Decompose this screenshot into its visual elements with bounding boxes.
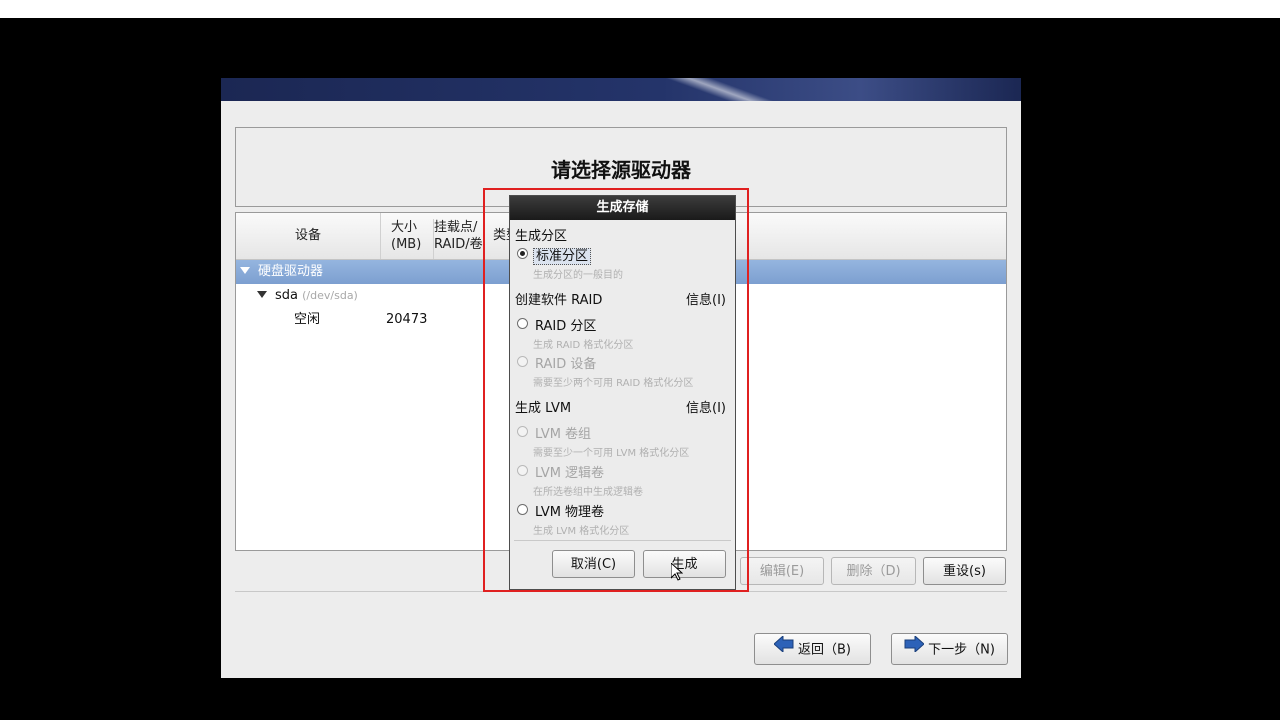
raid-device-desc: 需要至少两个可用 RAID 格式化分区 <box>533 378 694 389</box>
lvm-pv-desc: 生成 LVM 格式化分区 <box>533 526 630 537</box>
next-button[interactable]: 下一步（N) <box>891 633 1008 665</box>
raid-partition-label[interactable]: RAID 分区 <box>535 315 596 334</box>
edit-button[interactable]: 编辑(E) <box>740 557 824 585</box>
radio-lvm-volume-group[interactable] <box>517 426 528 437</box>
free-size: 20473 <box>386 312 428 327</box>
back-button[interactable]: 返回（B) <box>754 633 871 665</box>
expander-icon[interactable] <box>257 291 267 298</box>
size-header-line2: (MB) <box>391 237 422 252</box>
raid-device-label[interactable]: RAID 设备 <box>535 353 596 372</box>
next-label: 下一步（N) <box>928 642 995 658</box>
delete-button[interactable]: 删除（D) <box>831 557 916 585</box>
back-label: 返回（B) <box>798 642 851 658</box>
section-software-raid: 创建软件 RAID <box>515 293 603 308</box>
lvm-lv-desc: 在所选卷组中生成逻辑卷 <box>533 487 643 498</box>
lvm-vg-desc: 需要至少一个可用 LVM 格式化分区 <box>533 448 690 459</box>
section-create-partition: 生成分区 <box>515 229 568 244</box>
dialog-separator <box>514 540 731 541</box>
reset-button[interactable]: 重设(s) <box>923 557 1006 585</box>
radio-standard-partition[interactable] <box>517 248 528 259</box>
disk-name: sda <box>275 288 298 303</box>
create-storage-dialog: 生成存储 生成分区 标准分区 生成分区的一般目的 创建软件 RAID 信息(I)… <box>509 195 736 590</box>
standard-partition-desc: 生成分区的一般目的 <box>533 270 623 281</box>
raid-partition-desc: 生成 RAID 格式化分区 <box>533 340 634 351</box>
cancel-button[interactable]: 取消(C) <box>552 550 635 578</box>
create-button[interactable]: 生成 <box>643 550 726 578</box>
radio-raid-device[interactable] <box>517 356 528 367</box>
radio-lvm-logical-volume[interactable] <box>517 465 528 476</box>
column-header-device[interactable]: 设备 <box>236 213 381 259</box>
arrow-left-icon <box>773 633 794 665</box>
raid-info-link[interactable]: 信息(I) <box>686 289 726 308</box>
lvm-lv-label[interactable]: LVM 逻辑卷 <box>535 462 604 481</box>
free-label: 空闲 <box>294 312 321 327</box>
disk-path: (/dev/sda) <box>302 289 358 302</box>
group-label: 硬盘驱动器 <box>258 264 324 279</box>
size-header-line1: 大小 <box>391 220 418 235</box>
radio-lvm-physical-volume[interactable] <box>517 504 528 515</box>
page-title: 请选择源驱动器 <box>551 158 691 182</box>
arrow-right-icon <box>904 633 925 665</box>
expander-icon[interactable] <box>240 267 250 274</box>
section-create-lvm: 生成 LVM <box>515 401 572 416</box>
top-strip <box>0 0 1280 18</box>
radio-raid-partition[interactable] <box>517 318 528 329</box>
lvm-vg-label[interactable]: LVM 卷组 <box>535 423 591 442</box>
standard-partition-label[interactable]: 标准分区 <box>533 248 592 265</box>
installer-banner <box>221 78 1021 101</box>
lvm-pv-label[interactable]: LVM 物理卷 <box>535 501 604 520</box>
column-header-size[interactable]: 大小 (MB) <box>381 219 434 259</box>
lvm-info-link[interactable]: 信息(I) <box>686 397 726 416</box>
dialog-title: 生成存储 <box>510 196 735 220</box>
